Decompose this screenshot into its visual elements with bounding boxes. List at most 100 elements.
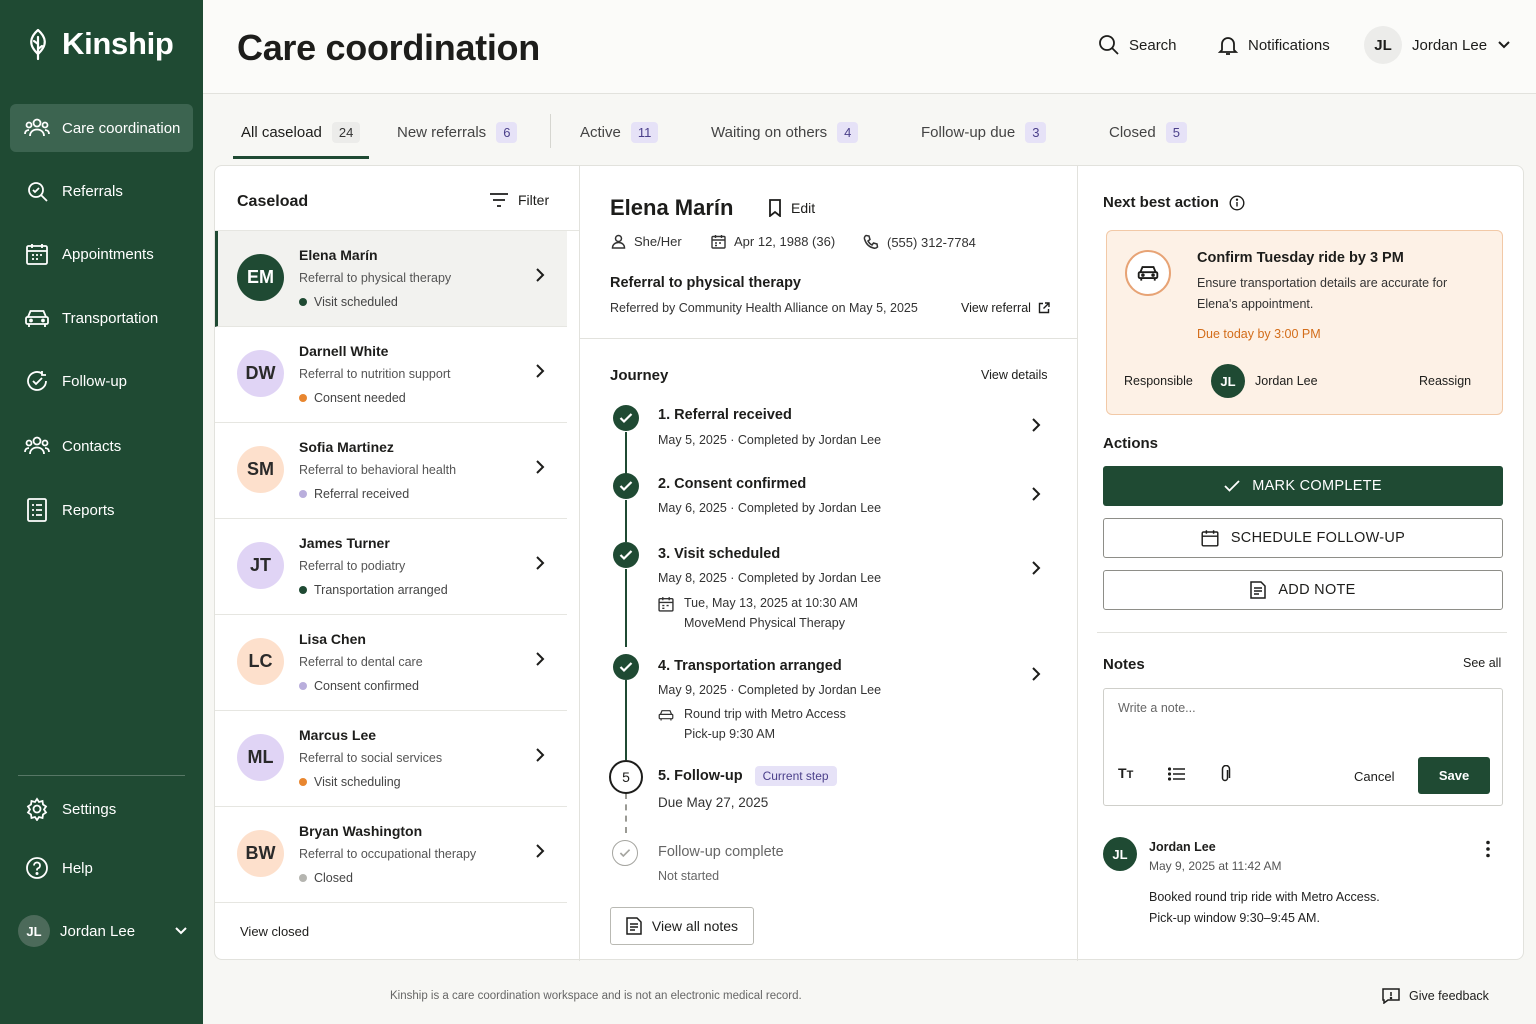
tab-label: Follow-up due — [921, 124, 1016, 141]
phone-icon — [863, 234, 879, 250]
appointment-text: Tue, May 13, 2025 at 10:30 AM MoveMend P… — [684, 596, 858, 630]
caseload-item[interactable]: DW Darnell White Referral to nutrition sup… — [215, 327, 567, 423]
tab-closed[interactable]: Closed 5 — [1109, 122, 1187, 143]
status-badge: Referral received — [299, 487, 409, 501]
tab-label: All caseload — [241, 124, 322, 141]
brand-logo[interactable]: Kinship — [24, 26, 174, 62]
caseload-item[interactable]: ML Marcus Lee Referral to social services V… — [215, 711, 567, 807]
header-user-menu[interactable]: JL Jordan Lee — [1364, 26, 1511, 64]
reassign-link[interactable]: Reassign — [1419, 374, 1471, 388]
caseload-item[interactable]: EM Elena Marín Referral to physical therap… — [215, 231, 567, 327]
case-name: Sofia Martinez — [299, 439, 394, 455]
caseload-item[interactable]: LC Lisa Chen Referral to dental care Consen… — [215, 615, 567, 711]
notes-title: Notes — [1103, 656, 1145, 673]
step-subtitle: May 9, 2025 · Completed by Jordan Lee — [658, 683, 882, 697]
avatar: JT — [237, 542, 284, 589]
sidebar-item-referrals[interactable]: Referrals — [10, 167, 193, 215]
caseload-item[interactable]: BW Bryan Washington Referral to occupation… — [215, 807, 567, 903]
calendar-icon — [658, 596, 674, 630]
sidebar-item-appointments[interactable]: Appointments — [10, 230, 193, 278]
edit-label: Edit — [791, 200, 816, 216]
avatar: LC — [237, 638, 284, 685]
bookmark-icon — [768, 199, 782, 217]
chevron-right-icon[interactable] — [1031, 666, 1041, 682]
avatar: JL — [18, 915, 50, 947]
journey-connector — [625, 432, 627, 474]
action-heading: Confirm Tuesday ride by 3 PM — [1197, 250, 1404, 266]
feedback-icon — [1382, 988, 1400, 1004]
chevron-right-icon[interactable] — [1031, 417, 1041, 433]
avatar: JL — [1103, 837, 1137, 871]
phone-text: (555) 312-7784 — [887, 234, 976, 250]
tab-active[interactable]: Active 11 — [580, 122, 659, 143]
leaf-logo-icon — [24, 27, 52, 61]
case-name: Lisa Chen — [299, 631, 366, 647]
responsible-label: Responsible — [1124, 374, 1193, 388]
tab-new-referrals[interactable]: New referrals 6 — [397, 122, 518, 143]
tab-all-caseload[interactable]: All caseload 24 — [241, 122, 361, 143]
step-status: Not started — [658, 869, 720, 883]
note-input[interactable] — [1118, 701, 1488, 715]
text-format-icon[interactable]: TT — [1118, 765, 1133, 781]
next-best-action-card: Confirm Tuesday ride by 3 PM Ensure tran… — [1106, 230, 1503, 415]
step-title: 2. Consent confirmed — [658, 476, 807, 492]
check-circle-icon — [613, 405, 639, 431]
step-subtitle: May 6, 2025 · Completed by Jordan Lee — [658, 501, 882, 515]
brand-name: Kinship — [62, 26, 174, 61]
add-note-button[interactable]: ADD NOTE — [1103, 570, 1503, 610]
tab-label: Waiting on others — [711, 124, 828, 141]
caseload-item[interactable]: SM Sofia Martinez Referral to behavioral h… — [215, 423, 567, 519]
current-step-badge: Current step — [754, 766, 837, 786]
sidebar-user-menu[interactable]: JL Jordan Lee — [18, 914, 188, 948]
save-button[interactable]: Save — [1418, 757, 1490, 794]
tab-follow-up-due[interactable]: Follow-up due 3 — [921, 122, 1047, 143]
case-referral: Referral to physical therapy — [299, 271, 452, 285]
view-all-notes-button[interactable]: View all notes — [610, 907, 754, 945]
mark-complete-button[interactable]: MARK COMPLETE — [1103, 466, 1503, 506]
sidebar-item-label: Appointments — [62, 245, 154, 263]
sidebar-item-follow-up[interactable]: Follow-up — [10, 357, 193, 405]
note-composer: TT Cancel Save — [1103, 688, 1503, 806]
edit-button[interactable]: Edit — [768, 199, 815, 217]
tab-label: New referrals — [397, 124, 487, 141]
schedule-follow-up-button[interactable]: SCHEDULE FOLLOW-UP — [1103, 518, 1503, 558]
case-referral: Referral to podiatry — [299, 559, 406, 573]
help-icon — [24, 856, 50, 880]
active-tab-indicator — [233, 156, 369, 159]
cancel-button[interactable]: Cancel — [1354, 769, 1394, 784]
sidebar-item-transportation[interactable]: Transportation — [10, 294, 193, 342]
status-dot — [299, 874, 307, 882]
case-referral: Referral to nutrition support — [299, 367, 451, 381]
chevron-right-icon[interactable] — [1031, 560, 1041, 576]
actions-title: Actions — [1103, 435, 1159, 452]
more-vertical-icon[interactable] — [1485, 840, 1491, 858]
sidebar-item-contacts[interactable]: Contacts — [10, 422, 193, 470]
sidebar-item-help[interactable]: Help — [10, 844, 193, 892]
tab-waiting-on-others[interactable]: Waiting on others 4 — [711, 122, 859, 143]
pronouns-text: She/Her — [634, 234, 682, 249]
attachment-icon[interactable] — [1219, 765, 1231, 783]
sidebar-item-reports[interactable]: Reports — [10, 486, 193, 534]
chevron-right-icon[interactable] — [1031, 486, 1041, 502]
view-referral-link[interactable]: View referral — [961, 301, 1050, 315]
search-referral-icon — [24, 179, 50, 203]
case-referral: Referral to behavioral health — [299, 463, 457, 477]
info-icon[interactable] — [1229, 194, 1245, 211]
step-due: Due May 27, 2025 — [658, 795, 769, 810]
view-details-link[interactable]: View details — [981, 368, 1047, 382]
sidebar-item-settings[interactable]: Settings — [10, 785, 193, 833]
journey-connector — [625, 569, 627, 647]
list-icon[interactable] — [1168, 767, 1186, 781]
see-all-notes-link[interactable]: See all — [1463, 656, 1501, 670]
view-closed-link[interactable]: View closed — [240, 924, 309, 939]
column-divider — [579, 166, 580, 961]
filter-button[interactable]: Filter — [489, 192, 549, 208]
give-feedback-button[interactable]: Give feedback — [1382, 988, 1489, 1004]
avatar: JL — [1211, 364, 1245, 398]
sidebar-item-care-coordination[interactable]: Care coordination — [10, 104, 193, 152]
notifications-button[interactable]: Notifications — [1217, 34, 1330, 56]
patient-phone[interactable]: (555) 312-7784 — [863, 234, 976, 250]
search-button[interactable]: Search — [1098, 34, 1177, 56]
status-text: Transportation arranged — [314, 583, 448, 597]
caseload-item[interactable]: JT James Turner Referral to podiatry Transp… — [215, 519, 567, 615]
